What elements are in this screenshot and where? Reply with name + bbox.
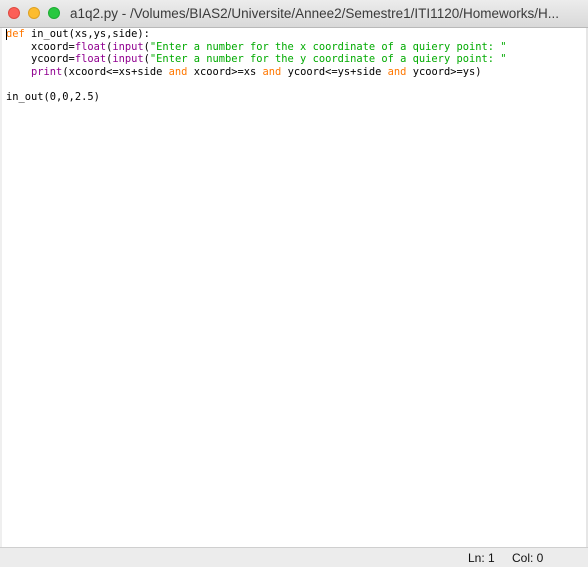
keyword-token: def [6,28,25,40]
close-icon[interactable] [8,7,20,19]
keyword-token: and [387,66,407,79]
string-token: "Enter a number for the y coordinate of … [149,53,507,66]
code-text[interactable]: def in_out(xs,ys,side): xcoord=float(inp… [6,28,507,104]
code-token: ycoord= [6,53,75,66]
code-line: def in_out(xs,ys,side): [6,28,507,41]
code-token: (xcoord<=xs+side [62,66,169,79]
code-line: in_out(0,0,2.5) [6,91,507,104]
code-line: print(xcoord<=xs+side and xcoord>=xs and… [6,66,507,79]
code-token: xcoord= [6,40,75,53]
code-line: xcoord=float(input("Enter a number for t… [6,40,507,54]
builtin-token: float [74,40,107,53]
string-token: "Enter a number for the x coordinate of … [149,40,507,53]
editor-left-edge [0,28,2,547]
builtin-token: input [112,53,144,66]
code-token: xcoord>=xs [187,66,263,79]
keyword-token: and [168,66,188,79]
code-line: ycoord=float(input("Enter a number for t… [6,53,507,66]
code-token: ycoord<=ys+side [281,66,388,79]
zoom-icon[interactable] [48,7,60,19]
text-cursor [6,29,7,40]
column-number-indicator: Col: 0 [512,551,544,565]
builtin-token: input [112,40,144,53]
status-bar: Ln: 1 Col: 0 [0,547,588,567]
builtin-token: print [31,66,63,79]
line-number-indicator: Ln: 1 [468,551,495,565]
editor-window: a1q2.py - /Volumes/BIAS2/Universite/Anne… [0,0,588,567]
window-title: a1q2.py - /Volumes/BIAS2/Universite/Anne… [70,6,559,21]
builtin-token: float [74,53,107,66]
code-editor[interactable]: def in_out(xs,ys,side): xcoord=float(inp… [0,28,588,547]
code-token: in_out(0,0,2.5) [6,91,100,104]
minimize-icon[interactable] [28,7,40,19]
keyword-token: and [262,66,282,79]
title-bar[interactable]: a1q2.py - /Volumes/BIAS2/Universite/Anne… [0,0,588,28]
code-token: ycoord>=ys) [406,66,482,79]
code-token: in_out(xs,ys,side): [24,28,150,40]
